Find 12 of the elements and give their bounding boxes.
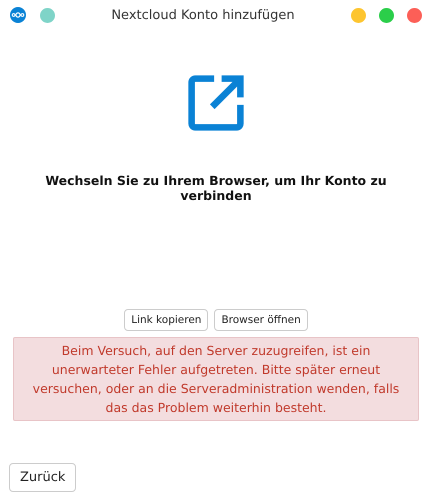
heading: Wechseln Sie zu Ihrem Browser, um Ihr Konto zu verbinden (44, 173, 388, 203)
external-link-icon (186, 73, 246, 133)
back-button[interactable]: Zurück (9, 463, 76, 492)
app-logo-icon (10, 7, 26, 23)
minimize-button[interactable] (351, 8, 366, 22)
maximize-button[interactable] (379, 8, 394, 22)
action-button[interactable]: Browser öffnen (214, 309, 308, 331)
window-menu-button[interactable] (40, 8, 55, 22)
window-title: Nextcloud Konto hinzufügen (110, 8, 296, 22)
close-button[interactable] (407, 8, 422, 22)
action-button[interactable]: Link kopieren (124, 309, 208, 331)
error-message: Beim Versuch, auf den Server zuzugreifen, ist ein unerwarteter Fehler aufgetreten. Bitte später erneut versuchen, oder an die Serveradministration wenden, falls das das Problem weiterhin besteht. (13, 337, 419, 421)
